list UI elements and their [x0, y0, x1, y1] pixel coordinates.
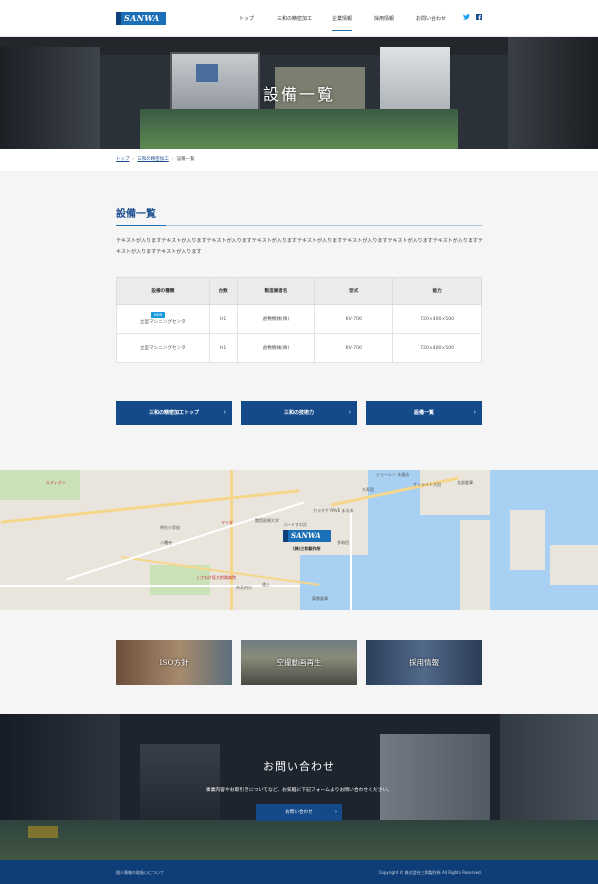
map-label: 明光小学校: [160, 525, 180, 530]
main-nav: トップ 三和の精密加工 企業情報 採用情報 お問い合わせ: [0, 15, 598, 31]
hero-banner: 設備一覧: [0, 37, 598, 149]
table-cell: NEW 立型マシニングセンタ: [116, 304, 210, 334]
map-marker-logo[interactable]: SANWA: [283, 530, 331, 542]
table-row: NEW 立型マシニングセンタ H1 倉敷機械(株) KV-700 720×400×…: [116, 304, 482, 334]
map-land: [510, 510, 545, 570]
table-header: 設備の種類: [116, 277, 210, 305]
section-divider: [116, 225, 482, 226]
site-header: SANWA トップ 三和の精密加工 企業情報 採用情報 お問い合わせ: [0, 0, 598, 37]
chevron-right-icon: ›: [473, 409, 476, 416]
table-header: 型式: [314, 277, 394, 305]
map-land: [550, 545, 598, 585]
page-title: 設備一覧: [262, 85, 335, 104]
map-label: 北部倉庫: [457, 480, 473, 485]
map-marker-name: (株)三和製作所: [293, 546, 321, 551]
hero-floor: [140, 109, 458, 149]
table-cell: KV-700: [314, 333, 394, 363]
breadcrumb-current: 設備一覧: [176, 157, 195, 162]
privacy-link[interactable]: 個人情報の取扱いについて: [116, 870, 164, 876]
table-cell: 立型マシニングセンタ: [116, 333, 210, 363]
contact-text: 事業内容やお取引きについてなど、お気軽に下記フォームよりお問い合わせください。: [205, 788, 393, 793]
map-road: [230, 470, 233, 610]
technology-button[interactable]: 三和の技術力 ›: [241, 401, 357, 425]
precision-top-button[interactable]: 三和の精密加工トップ ›: [116, 401, 232, 425]
map-park: [0, 470, 80, 500]
map-label: カラオケ PAVE まるあ: [313, 508, 354, 513]
section-title: 設備一覧: [116, 209, 156, 220]
equipment-type: 立型マシニングセンタ: [139, 320, 186, 325]
table-row: 立型マシニングセンタ H1 倉敷機械(株) KV-700 720×400×500: [116, 333, 482, 363]
map-label: マツダ: [221, 520, 233, 525]
aerial-video-banner[interactable]: 空撮動画再生: [241, 640, 357, 685]
map-label: 遠上: [262, 582, 270, 587]
table-cell: KV-700: [314, 304, 394, 334]
facebook-icon[interactable]: [476, 14, 482, 22]
table-cell: 720×400×500: [392, 304, 482, 334]
map-label: サンライト大田: [413, 482, 441, 487]
map-label: 関西医療大学: [255, 518, 279, 523]
map-label: ジョーシン 水島店: [376, 472, 410, 477]
contact-section: お問い合わせ 事業内容やお取引きについてなど、お気軽に下記フォームよりお問い合わ…: [0, 714, 598, 860]
table-cell: 倉敷機械(株): [236, 333, 316, 363]
chevron-right-icon: ›: [223, 409, 226, 416]
breadcrumb: トップ › 三和の精密加工 › 設備一覧: [116, 156, 195, 162]
contact-button[interactable]: お問い合わせ ›: [256, 804, 342, 821]
breadcrumb-top[interactable]: トップ: [116, 157, 130, 162]
table-cell: 720×400×500: [392, 333, 482, 363]
location-map[interactable]: ジョーシン 水島店 エディオン サンライト大田 北部倉庫 大寿園 カラオケ PA…: [0, 470, 598, 610]
chevron-right-icon: ›: [335, 809, 337, 815]
twitter-icon[interactable]: [463, 14, 470, 22]
contact-title: お問い合わせ: [263, 760, 335, 773]
map-land: [460, 520, 490, 610]
map-label: 市天内小: [236, 585, 252, 590]
nav-contact[interactable]: お問い合わせ: [416, 15, 446, 22]
chevron-right-icon: ›: [348, 409, 351, 416]
button-label: 設備一覧: [413, 410, 434, 416]
table-header: 台数: [208, 277, 238, 305]
section-lead: テキストが入りますテキストが入りますテキストが入りますテキストが入りますテキスト…: [116, 238, 483, 255]
map-road: [0, 585, 300, 587]
button-label: お問い合わせ: [285, 810, 313, 815]
copyright: Copyright © 株式会社三和製作所 All Rights Reserve…: [378, 870, 482, 875]
chevron-right-icon: ›: [171, 157, 174, 162]
nav-top[interactable]: トップ: [239, 15, 254, 22]
chevron-right-icon: ›: [132, 157, 135, 162]
hero-machine-screen: [196, 64, 218, 82]
table-header: 能力: [392, 277, 482, 305]
table-cell: 倉敷機械(株): [236, 304, 316, 334]
table-header-row: 設備の種類 台数 製造業者名 型式 能力: [116, 277, 482, 305]
nav-recruit[interactable]: 採用情報: [374, 15, 394, 22]
nav-company[interactable]: 企業情報: [332, 15, 353, 31]
nav-precision[interactable]: 三和の精密加工: [277, 15, 312, 22]
map-label: コードすの浜: [283, 522, 307, 527]
map-label: 多和田: [337, 540, 349, 545]
new-badge: NEW: [151, 312, 166, 318]
breadcrumb-precision[interactable]: 三和の精密加工: [137, 157, 169, 162]
button-label: 三和の精密加工トップ: [148, 410, 199, 416]
map-label: 大寿園: [362, 487, 374, 492]
site-footer: 個人情報の取扱いについて Copyright © 株式会社三和製作所 All R…: [0, 860, 598, 884]
table-cell: H1: [208, 333, 238, 363]
map-label: 東都倉庫: [312, 596, 328, 601]
map-road: [350, 510, 352, 610]
map-label: エディオン: [46, 480, 66, 485]
map-label: くさわけ医大附属病院: [196, 575, 236, 580]
recruit-banner[interactable]: 採用情報: [366, 640, 482, 685]
equipment-table: 設備の種類 台数 製造業者名 型式 能力 NEW 立型マシニングセンタ H1 倉敷…: [116, 277, 482, 363]
table-cell: H1: [208, 304, 238, 334]
map-label: 八幡寺: [160, 540, 172, 545]
equipment-list-button[interactable]: 設備一覧 ›: [366, 401, 482, 425]
iso-policy-banner[interactable]: ISO方針: [116, 640, 232, 685]
table-header: 製造業者名: [236, 277, 316, 305]
button-label: 三和の技術力: [283, 410, 314, 416]
